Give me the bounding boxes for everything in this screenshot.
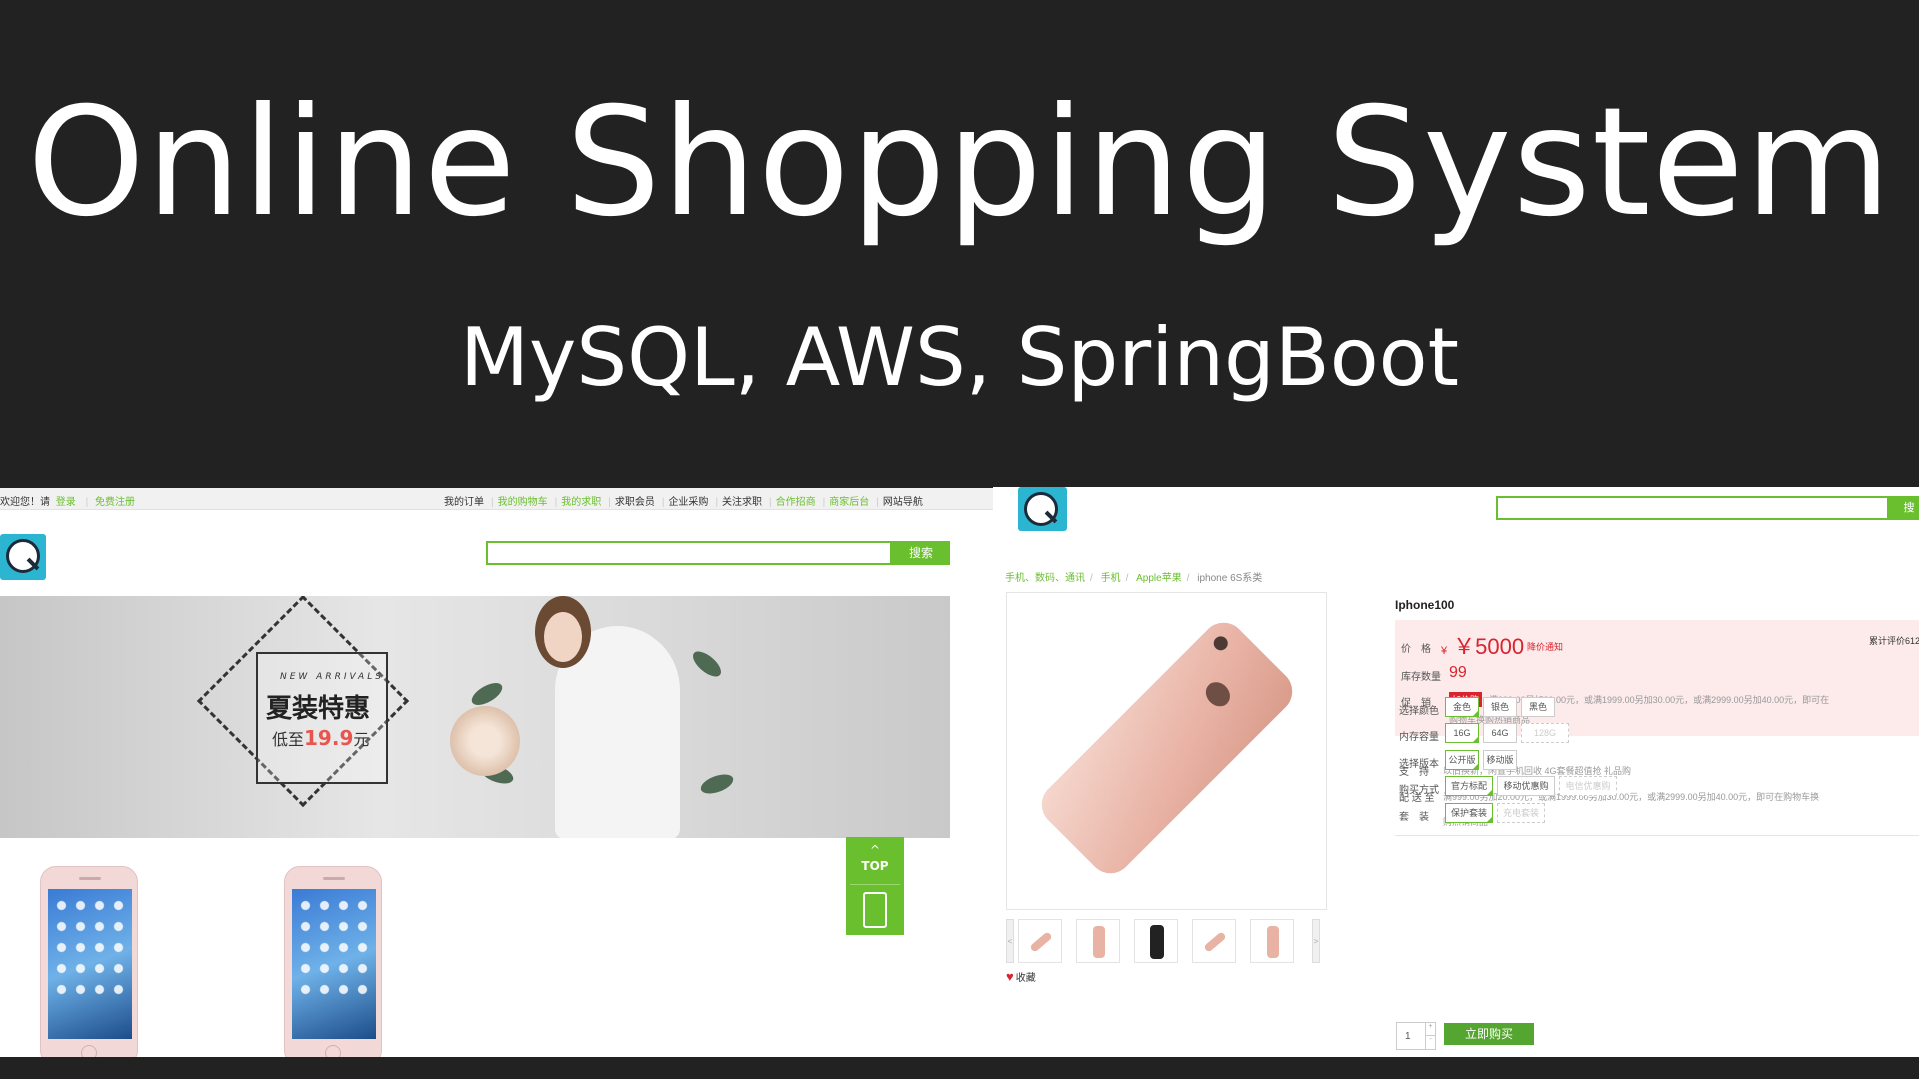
slide-root: { "slide": { "title": "Online Shopping S… xyxy=(0,0,1919,1079)
top-nav-links: 我的订单 | 我的购物车 | 我的求职 | 求职会员 | 企业采购 | 关注求职 | 合作招商 | 商家后台… xyxy=(444,497,923,508)
price-panel: 价 格 ¥￥5000 降价通知 累计评价612 库存数量 99 促 销 加价购 … xyxy=(1395,620,1919,736)
top-nav-link[interactable]: 关注求职 xyxy=(722,497,762,508)
promo-banner[interactable]: NEW ARRIVALS 夏装特惠 低至19.9元 xyxy=(0,596,950,838)
search-input[interactable] xyxy=(486,541,892,565)
product-thumbnail[interactable] xyxy=(284,866,382,1057)
buy-now-button[interactable]: 立即购买 xyxy=(1444,1023,1534,1045)
banner-price: 低至19.9元 xyxy=(272,726,370,750)
welcome-text: 欢迎您！请 xyxy=(0,497,50,508)
option-label: 选择版本 xyxy=(1399,759,1439,770)
option-label: 选择颜色 xyxy=(1399,706,1439,717)
option-chip: 128G xyxy=(1521,723,1569,743)
slide-title: Online Shopping System xyxy=(27,76,1892,250)
top-nav-link[interactable]: 求职会员 xyxy=(615,497,655,508)
option-chip[interactable]: 16G xyxy=(1445,723,1479,743)
model-face xyxy=(544,612,582,662)
search-bar: 搜索 xyxy=(486,541,950,565)
stock-label: 库存数量 xyxy=(1401,672,1441,683)
top-nav-link[interactable]: 合作招商 xyxy=(776,497,816,508)
store-home-screenshot: 欢迎您！请 登录 | 免费注册 我的订单 | 我的购物车 | 我的求职 | 求职会员 | 企业采… xyxy=(0,488,993,1057)
search-bar: 搜 xyxy=(1496,496,1919,520)
price-label: 价 格 xyxy=(1401,644,1431,655)
price-drop-notice-link[interactable]: 降价通知 xyxy=(1527,640,1563,653)
search-button[interactable]: 搜 xyxy=(1889,496,1919,520)
iphone-image xyxy=(1032,613,1302,883)
flower-illustration xyxy=(450,706,520,776)
top-nav-link[interactable]: 商家后台 xyxy=(829,497,869,508)
thumbnail-strip: < > xyxy=(1006,919,1327,963)
apple-logo-icon xyxy=(1200,677,1235,712)
option-label: 购买方式 xyxy=(1399,785,1439,796)
top-nav-link[interactable]: 我的订单 xyxy=(444,497,484,508)
slide-subtitle: MySQL, AWS, SpringBoot xyxy=(460,311,1459,404)
option-chip[interactable]: 移动版 xyxy=(1483,750,1517,770)
search-button[interactable]: 搜索 xyxy=(892,541,950,565)
product-thumbnail[interactable] xyxy=(40,866,138,1057)
review-count[interactable]: 累计评价612 xyxy=(1869,634,1919,647)
option-chip[interactable]: 移动优惠购 xyxy=(1497,776,1555,796)
top-nav-link[interactable]: 我的购物车 xyxy=(498,497,548,508)
camera-icon xyxy=(1210,633,1231,654)
banner-tagline: NEW ARRIVALS xyxy=(280,672,384,682)
increment-icon[interactable]: + xyxy=(1425,1023,1435,1036)
product-name: Iphone100 xyxy=(1395,598,1455,612)
mobile-icon[interactable] xyxy=(863,892,887,928)
thumbnail[interactable] xyxy=(1076,919,1120,963)
back-to-top-button[interactable]: ^ TOP xyxy=(846,837,904,935)
option-chip[interactable]: 官方标配 xyxy=(1445,776,1493,796)
chevron-up-icon: ^ xyxy=(869,843,881,857)
option-chip[interactable]: 金色 xyxy=(1445,697,1479,717)
option-chip: 电信优惠购 xyxy=(1559,776,1617,796)
option-chip: 充电套装 xyxy=(1497,803,1545,823)
price-value: ¥ ￥5000 xyxy=(1441,634,1525,659)
quantity-stepper[interactable]: 1 + - xyxy=(1396,1022,1436,1050)
top-nav-link[interactable]: 我的求职 xyxy=(561,497,601,508)
top-nav-link[interactable]: 企业采购 xyxy=(668,497,708,508)
chevron-right-icon[interactable]: > xyxy=(1312,919,1320,963)
option-chip[interactable]: 公开版 xyxy=(1445,750,1479,770)
login-link[interactable]: 登录 xyxy=(56,497,76,508)
thumbnail[interactable] xyxy=(1134,919,1178,963)
top-nav-link[interactable]: 网站导航 xyxy=(883,497,923,508)
thumbnail[interactable] xyxy=(1250,919,1294,963)
decrement-icon[interactable]: - xyxy=(1425,1036,1435,1049)
breadcrumb-item[interactable]: 手机 xyxy=(1101,573,1121,584)
site-logo[interactable] xyxy=(0,534,46,580)
option-chip[interactable]: 保护套装 xyxy=(1445,803,1493,823)
search-input[interactable] xyxy=(1496,496,1889,520)
thumbnail[interactable] xyxy=(1018,919,1062,963)
thumbnail[interactable] xyxy=(1192,919,1236,963)
top-nav-bar: 欢迎您！请 登录 | 免费注册 我的订单 | 我的购物车 | 我的求职 | 求职会员 | 企业采… xyxy=(0,488,993,510)
breadcrumb-item[interactable]: Apple苹果 xyxy=(1136,573,1182,584)
favorite-button[interactable]: ♥ 收藏 xyxy=(1006,969,1036,984)
breadcrumb-current: iphone 6S系类 xyxy=(1197,573,1263,584)
stock-value: 99 xyxy=(1449,664,1467,681)
option-label: 内存容量 xyxy=(1399,732,1439,743)
option-chip[interactable]: 64G xyxy=(1483,723,1517,743)
option-chip[interactable]: 黑色 xyxy=(1521,697,1555,717)
site-logo[interactable] xyxy=(1018,487,1067,531)
register-link[interactable]: 免费注册 xyxy=(95,497,135,508)
option-chip[interactable]: 银色 xyxy=(1483,697,1517,717)
product-detail-screenshot: 搜 手机、数码、通讯 / 手机 / Apple苹果 / iphone 6S系类 < >… xyxy=(993,487,1919,1057)
banner-headline: 夏装特惠 xyxy=(266,694,371,724)
chevron-left-icon[interactable]: < xyxy=(1006,919,1014,963)
breadcrumb: 手机、数码、通讯 / 手机 / Apple苹果 / iphone 6S系类 xyxy=(1005,573,1263,584)
product-main-image[interactable] xyxy=(1006,592,1327,910)
breadcrumb-item[interactable]: 手机、数码、通讯 xyxy=(1005,573,1085,584)
heart-icon: ♥ xyxy=(1006,969,1014,984)
option-label: 套 装 xyxy=(1399,812,1429,823)
